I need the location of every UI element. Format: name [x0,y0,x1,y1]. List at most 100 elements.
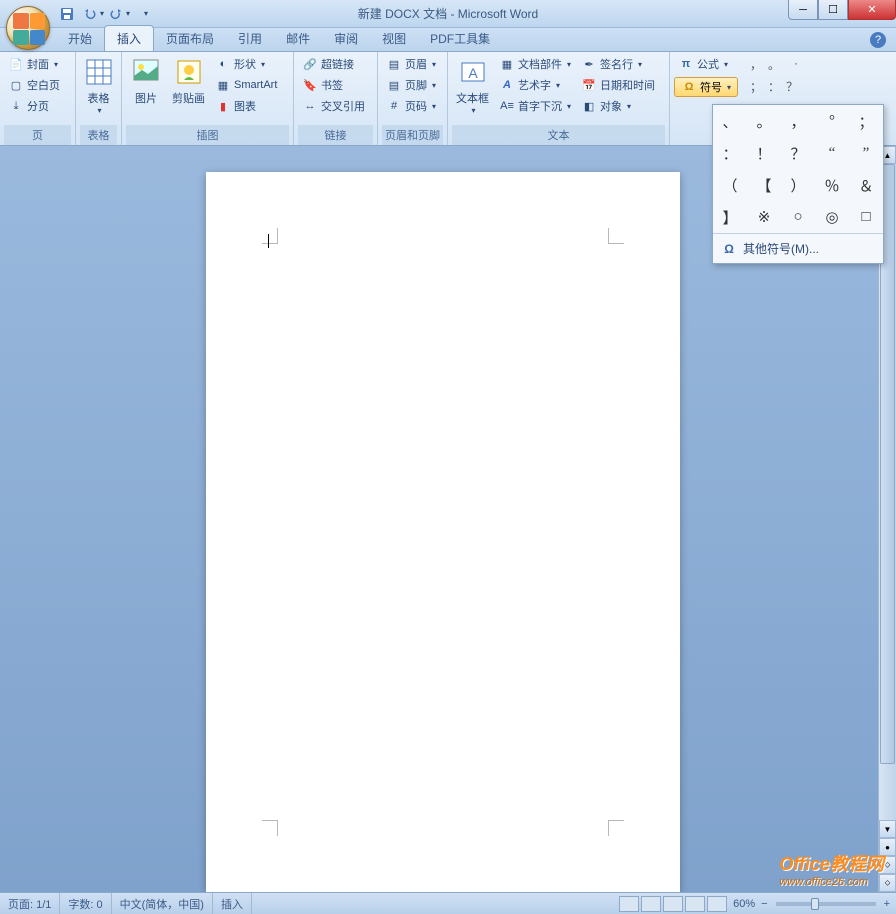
group-label: 页眉和页脚 [382,125,443,145]
blank-page-button[interactable]: ▢空白页 [4,75,64,95]
mini-symbol[interactable]: ， [750,56,762,73]
header-button[interactable]: ▤页眉▾ [382,54,440,74]
bookmark-button[interactable]: 🔖书签 [298,75,369,95]
shapes-button[interactable]: ◐形状▾ [211,54,281,74]
group-pages: 📄封面▾ ▢空白页 ⤓分页 页 [0,52,76,145]
view-draft-button[interactable] [707,896,727,912]
symbol-cell[interactable]: ！ [747,137,781,169]
mini-symbol-alt: · [794,56,798,73]
quick-parts-button[interactable]: ▦文档部件▾ [495,54,575,74]
symbol-cell[interactable]: ° [815,105,849,137]
group-label: 页 [4,125,71,145]
group-links: 🔗超链接 🔖书签 ↔交叉引用 链接 [294,52,378,145]
watermark: Office教程网 www.office26.com [779,850,884,888]
tab-review[interactable]: 审阅 [322,26,370,51]
footer-button[interactable]: ▤页脚▾ [382,75,440,95]
office-button[interactable] [6,6,50,50]
text-cursor [268,234,269,248]
zoom-slider[interactable] [776,902,876,906]
help-button[interactable]: ? [870,32,886,48]
minimize-button[interactable]: ─ [788,0,818,20]
redo-icon[interactable]: ▾ [108,3,130,25]
symbol-cell[interactable]: ； [849,105,883,137]
hyperlink-button[interactable]: 🔗超链接 [298,54,369,74]
symbol-dropdown: 、 。 ， ° ； ： ！ ？ “ ” （ 【 ） ％ ＆ 】 ※ ○ ◎ □ … [712,104,884,264]
symbol-grid: 、 。 ， ° ； ： ！ ？ “ ” （ 【 ） ％ ＆ 】 ※ ○ ◎ □ [713,105,883,233]
symbol-cell[interactable]: ？ [781,137,815,169]
scroll-down-button[interactable]: ▼ [879,820,896,838]
tab-pagelayout[interactable]: 页面布局 [154,26,226,51]
symbol-cell[interactable]: ： [713,137,747,169]
symbol-cell[interactable]: ＆ [849,169,883,201]
zoom-out-button[interactable]: − [761,898,767,910]
symbol-cell[interactable]: ， [781,105,815,137]
view-outline-button[interactable] [685,896,705,912]
page-number-button[interactable]: #页码▾ [382,96,440,116]
tab-mailings[interactable]: 邮件 [274,26,322,51]
view-web-button[interactable] [663,896,683,912]
picture-button[interactable]: 图片 [126,54,166,108]
tab-view[interactable]: 视图 [370,26,418,51]
symbol-cell[interactable]: ◎ [815,201,849,233]
textbox-button[interactable]: A文本框▾ [452,54,493,117]
status-page[interactable]: 页面: 1/1 [0,893,60,914]
symbol-cell[interactable]: ※ [747,201,781,233]
zoom-level[interactable]: 60% [733,898,755,910]
group-tables: 表格▾ 表格 [76,52,122,145]
symbol-cell[interactable]: 【 [747,169,781,201]
save-icon[interactable] [56,3,78,25]
cover-page-button[interactable]: 📄封面▾ [4,54,64,74]
zoom-thumb[interactable] [811,898,819,910]
view-fullscreen-button[interactable] [641,896,661,912]
symbol-cell[interactable]: 】 [713,201,747,233]
omega-icon: Ω [721,241,737,257]
symbol-cell[interactable]: 。 [747,105,781,137]
more-symbols-button[interactable]: Ω 其他符号(M)... [713,233,883,263]
equation-button[interactable]: π公式▾ [674,54,738,74]
clipart-button[interactable]: 剪贴画 [168,54,209,108]
smartart-button[interactable]: ▦SmartArt [211,75,281,95]
tab-home[interactable]: 开始 [56,26,104,51]
symbol-cell[interactable]: （ [713,169,747,201]
close-button[interactable]: ✕ [848,0,896,20]
status-words[interactable]: 字数: 0 [60,893,111,914]
mini-symbol[interactable]: ： [768,78,780,95]
symbol-cell[interactable]: □ [849,201,883,233]
tab-insert[interactable]: 插入 [104,25,154,51]
mini-symbol[interactable]: 。 [768,56,780,73]
margin-guide-icon [262,820,278,836]
window-title: 新建 DOCX 文档 - Microsoft Word [358,5,538,22]
object-button[interactable]: ◧对象▾ [577,96,659,116]
undo-icon[interactable]: ▾ [82,3,104,25]
dropcap-button[interactable]: A≡首字下沉▾ [495,96,575,116]
mini-symbol[interactable]: ； [750,78,762,95]
page-break-button[interactable]: ⤓分页 [4,96,64,116]
document-page[interactable] [206,172,680,892]
maximize-button[interactable]: ☐ [818,0,848,20]
tab-pdftools[interactable]: PDF工具集 [418,26,502,51]
symbol-cell[interactable]: ” [849,137,883,169]
view-print-button[interactable] [619,896,639,912]
margin-guide-icon [608,820,624,836]
symbol-cell[interactable]: “ [815,137,849,169]
symbol-cell[interactable]: ％ [815,169,849,201]
status-language[interactable]: 中文(简体，中国) [112,893,213,914]
symbol-cell[interactable]: 、 [713,105,747,137]
wordart-button[interactable]: A艺术字▾ [495,75,575,95]
symbol-cell[interactable]: ○ [781,201,815,233]
signature-line-button[interactable]: ✒签名行▾ [577,54,659,74]
cross-reference-button[interactable]: ↔交叉引用 [298,96,369,116]
mini-symbol[interactable]: ？ [786,78,798,95]
qat-customize-icon[interactable]: ▾ [134,3,156,25]
group-label: 文本 [452,125,665,145]
chart-button[interactable]: ▮图表 [211,96,281,116]
table-button[interactable]: 表格▾ [80,54,117,117]
symbol-button[interactable]: Ω符号▾ [674,77,738,97]
status-bar: 页面: 1/1 字数: 0 中文(简体，中国) 插入 60% − + [0,892,896,914]
symbol-cell[interactable]: ） [781,169,815,201]
date-time-button[interactable]: 📅日期和时间 [577,75,659,95]
margin-guide-icon [262,228,278,244]
tab-references[interactable]: 引用 [226,26,274,51]
zoom-in-button[interactable]: + [884,898,890,910]
status-mode[interactable]: 插入 [213,893,252,914]
